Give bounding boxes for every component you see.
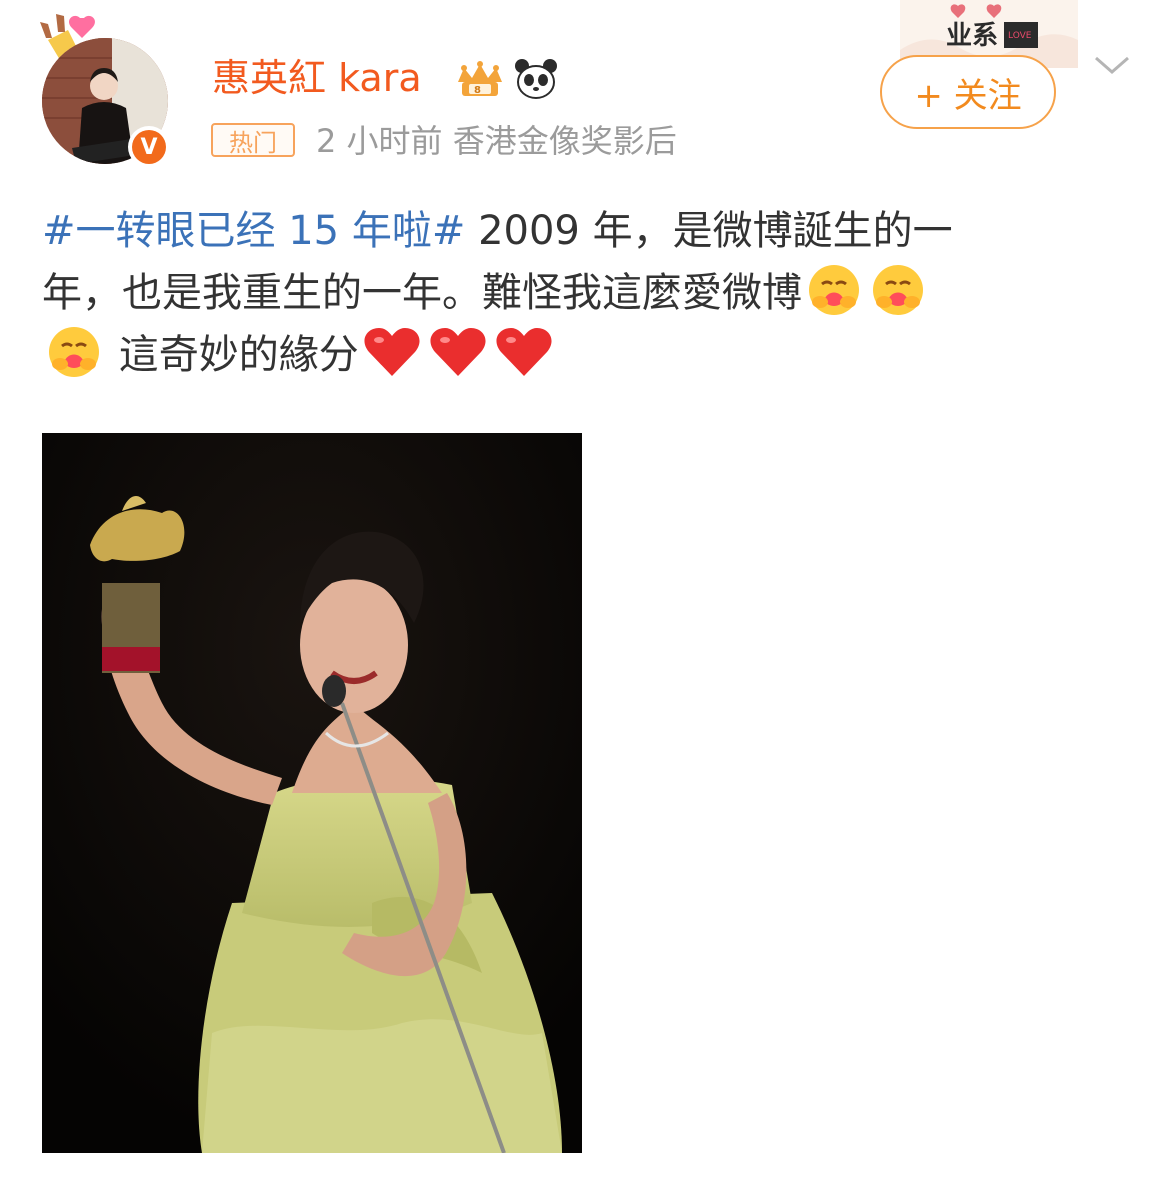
svg-text:业系: 业系: [946, 21, 998, 51]
follow-button[interactable]: + 关注: [880, 55, 1056, 129]
chevron-down-icon[interactable]: [1092, 52, 1132, 78]
author-name[interactable]: 惠英紅 kara: [212, 52, 422, 104]
post-line-3: 這奇妙的緣分: [42, 324, 1122, 386]
hug-emoji-icon: [870, 262, 926, 318]
post-meta: 2 小时前 香港金像奖影后: [316, 120, 677, 162]
verified-badge: V: [128, 126, 170, 168]
post-image[interactable]: [42, 433, 582, 1153]
post-line-1: #一转眼已经 15 年啦# 2009 年，是微博誕生的一: [42, 200, 1122, 262]
heart-icon: [363, 326, 421, 378]
panda-icon[interactable]: [512, 56, 560, 102]
hug-emoji-icon: [46, 324, 102, 380]
hot-badge: 热门: [211, 123, 295, 157]
post-content: #一转眼已经 15 年啦# 2009 年，是微博誕生的一 年，也是我重生的一年。…: [42, 200, 1122, 386]
heart-icon: [495, 326, 553, 378]
author-description: 香港金像奖影后: [452, 122, 677, 160]
post-text-2: 年，也是我重生的一年。難怪我這麼愛微博: [42, 270, 802, 316]
svg-text:LOVE: LOVE: [1008, 31, 1032, 41]
hug-emoji-icon: [806, 262, 862, 318]
post-text-3: 這奇妙的緣分: [106, 332, 359, 378]
heart-icon: [429, 326, 487, 378]
crown-icon[interactable]: 8: [452, 56, 508, 102]
svg-text:8: 8: [474, 85, 481, 96]
post-line-2: 年，也是我重生的一年。難怪我這麼愛微博: [42, 262, 1122, 324]
verified-icon: V: [132, 130, 166, 164]
post-time: 2 小时前: [316, 122, 443, 160]
post-text-1: 2009 年，是微博誕生的一: [465, 208, 953, 254]
hashtag-link[interactable]: #一转眼已经 15 年啦#: [42, 208, 465, 254]
